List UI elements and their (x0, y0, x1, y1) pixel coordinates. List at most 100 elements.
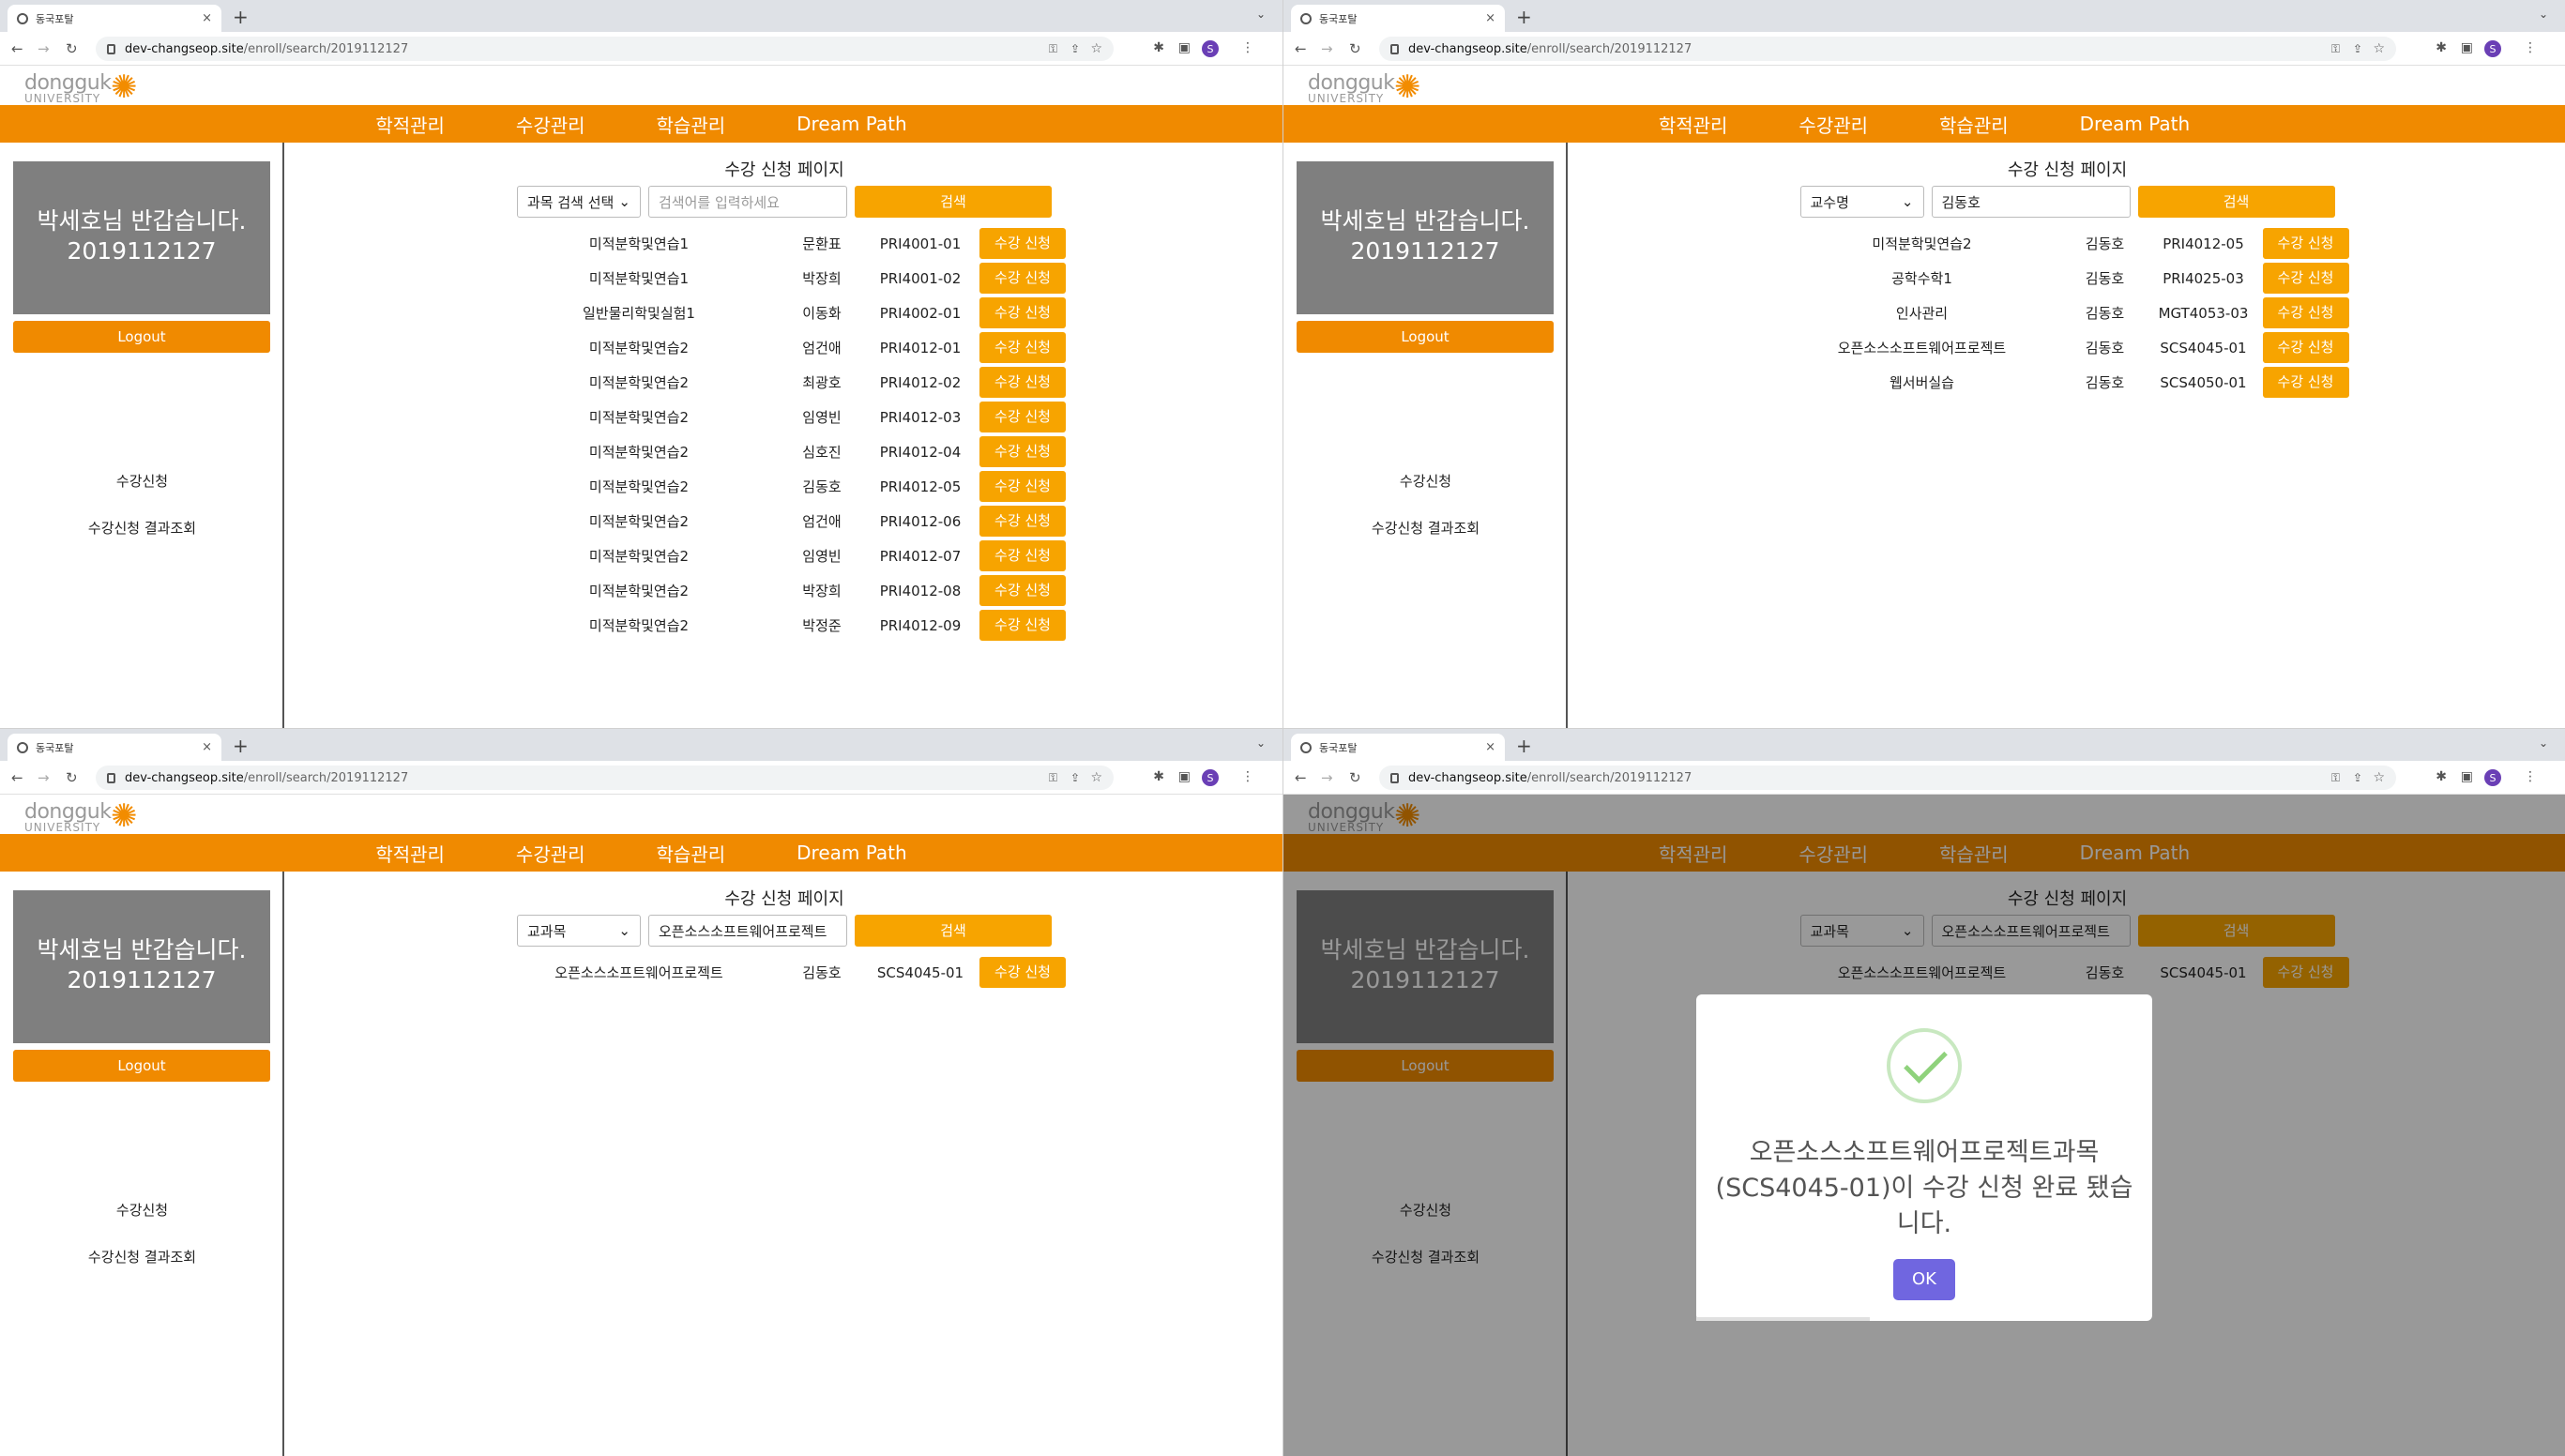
share-icon[interactable]: ⇪ (2353, 42, 2362, 55)
nav-item[interactable]: 학습관리 (1939, 111, 2009, 138)
extensions-icon[interactable]: ✱ (2436, 769, 2447, 784)
forward-icon[interactable]: → (1321, 40, 1333, 57)
nav-item[interactable]: 수강관리 (516, 111, 585, 138)
profile-avatar[interactable]: S (1202, 40, 1219, 57)
share-icon[interactable]: ⇪ (1070, 771, 1080, 784)
new-tab-button[interactable]: + (233, 6, 249, 28)
sidebar-item-enroll-results[interactable]: 수강신청 결과조회 (0, 518, 284, 538)
enroll-button[interactable]: 수강 신청 (2262, 332, 2349, 363)
tab-search-icon[interactable]: ⌄ (1256, 736, 1266, 750)
share-icon[interactable]: ⇪ (2353, 771, 2362, 784)
profile-avatar[interactable]: S (2484, 769, 2501, 786)
search-button[interactable]: 검색 (855, 915, 1052, 947)
enroll-button[interactable]: 수강 신청 (979, 957, 1066, 988)
menu-kebab-icon[interactable]: ⋮ (1241, 40, 1254, 55)
search-input[interactable]: 검색어를 입력하세요 (648, 186, 847, 218)
reload-icon[interactable]: ↻ (1349, 769, 1361, 786)
nav-item[interactable]: Dream Path (2080, 113, 2191, 135)
back-icon[interactable]: ← (11, 40, 23, 57)
enroll-button[interactable]: 수강 신청 (979, 610, 1066, 641)
close-tab-icon[interactable]: × (202, 11, 212, 25)
enroll-button[interactable]: 수강 신청 (979, 471, 1066, 502)
enroll-button[interactable]: 수강 신청 (979, 575, 1066, 606)
sidebar-item-enroll[interactable]: 수강신청 (1283, 471, 1568, 491)
profile-avatar[interactable]: S (1202, 769, 1219, 786)
enroll-button[interactable]: 수강 신청 (979, 506, 1066, 537)
menu-kebab-icon[interactable]: ⋮ (2524, 40, 2537, 55)
enroll-button[interactable]: 수강 신청 (2262, 297, 2349, 328)
back-icon[interactable]: ← (1295, 40, 1307, 57)
dongguk-logo[interactable]: dongguk UNIVERSITY ✺ (24, 798, 175, 836)
extensions-icon[interactable]: ✱ (2436, 40, 2447, 55)
side-panel-icon[interactable]: ▣ (1178, 40, 1191, 55)
sidebar-item-enroll[interactable]: 수강신청 (0, 1200, 284, 1220)
browser-tab[interactable]: 동국포탈 × (1291, 5, 1505, 32)
url-input[interactable]: dev-changseop.site/enroll/search/2019112… (1379, 766, 2396, 790)
forward-icon[interactable]: → (1321, 769, 1333, 786)
search-input[interactable]: 김동호 (1931, 186, 2131, 218)
tab-search-icon[interactable]: ⌄ (1256, 8, 1266, 21)
sidebar-item-enroll[interactable]: 수강신청 (0, 471, 284, 491)
search-type-select[interactable]: 교수명 ⌄ (1799, 186, 1924, 218)
extensions-icon[interactable]: ✱ (1153, 769, 1164, 784)
enroll-button[interactable]: 수강 신청 (979, 540, 1066, 571)
logout-button[interactable]: Logout (13, 321, 270, 353)
enroll-button[interactable]: 수강 신청 (2262, 263, 2349, 294)
forward-icon[interactable]: → (38, 40, 50, 57)
forward-icon[interactable]: → (38, 769, 50, 786)
enroll-button[interactable]: 수강 신청 (979, 402, 1066, 432)
nav-item[interactable]: 수강관리 (516, 840, 585, 867)
tab-search-icon[interactable]: ⌄ (2539, 8, 2548, 21)
browser-tab[interactable]: 동국포탈 × (8, 5, 221, 32)
key-icon[interactable]: ⚿ (2331, 42, 2340, 56)
enroll-button[interactable]: 수강 신청 (979, 367, 1066, 398)
key-icon[interactable]: ⚿ (1049, 771, 1057, 785)
bookmark-star-icon[interactable]: ☆ (1090, 41, 1102, 56)
close-tab-icon[interactable]: × (202, 740, 212, 754)
nav-item[interactable]: 수강관리 (1799, 111, 1868, 138)
back-icon[interactable]: ← (11, 769, 23, 786)
side-panel-icon[interactable]: ▣ (1178, 769, 1191, 784)
new-tab-button[interactable]: + (1516, 6, 1532, 28)
sidebar-item-enroll-results[interactable]: 수강신청 결과조회 (0, 1247, 284, 1266)
nav-item[interactable]: Dream Path (797, 842, 907, 864)
search-type-select[interactable]: 과목 검색 선택 ⌄ (517, 186, 641, 218)
enroll-button[interactable]: 수강 신청 (979, 297, 1066, 328)
reload-icon[interactable]: ↻ (1349, 40, 1361, 57)
menu-kebab-icon[interactable]: ⋮ (1241, 769, 1254, 784)
side-panel-icon[interactable]: ▣ (2461, 40, 2473, 55)
search-type-select[interactable]: 교과목 ⌄ (517, 915, 641, 947)
nav-item[interactable]: Dream Path (797, 113, 907, 135)
key-icon[interactable]: ⚿ (2331, 771, 2340, 785)
browser-tab[interactable]: 동국포탈 × (1291, 734, 1505, 761)
reload-icon[interactable]: ↻ (66, 769, 78, 786)
url-input[interactable]: dev-changseop.site/enroll/search/2019112… (96, 766, 1114, 790)
url-input[interactable]: dev-changseop.site/enroll/search/2019112… (1379, 37, 2396, 61)
back-icon[interactable]: ← (1295, 769, 1307, 786)
bookmark-star-icon[interactable]: ☆ (2373, 41, 2385, 56)
nav-item[interactable]: 학적관리 (375, 840, 445, 867)
reload-icon[interactable]: ↻ (66, 40, 78, 57)
enroll-button[interactable]: 수강 신청 (979, 228, 1066, 259)
nav-item[interactable]: 학습관리 (657, 111, 726, 138)
dongguk-logo[interactable]: dongguk UNIVERSITY ✺ (1308, 69, 1458, 107)
ok-button[interactable]: OK (1893, 1259, 1955, 1300)
new-tab-button[interactable]: + (233, 735, 249, 757)
search-input[interactable]: 오픈소스소프트웨어프로젝트 (648, 915, 847, 947)
bookmark-star-icon[interactable]: ☆ (1090, 770, 1102, 785)
bookmark-star-icon[interactable]: ☆ (2373, 770, 2385, 785)
close-tab-icon[interactable]: × (1485, 740, 1495, 754)
modal-backdrop[interactable]: 오픈소스소프트웨어프로젝트과목 (SCS4045-01)이 수강 신청 완료 됐… (1283, 795, 2565, 1456)
profile-avatar[interactable]: S (2484, 40, 2501, 57)
search-button[interactable]: 검색 (855, 186, 1052, 218)
menu-kebab-icon[interactable]: ⋮ (2524, 769, 2537, 784)
sidebar-item-enroll-results[interactable]: 수강신청 결과조회 (1283, 518, 1568, 538)
nav-item[interactable]: 학습관리 (657, 840, 726, 867)
side-panel-icon[interactable]: ▣ (2461, 769, 2473, 784)
logout-button[interactable]: Logout (13, 1050, 270, 1082)
tab-search-icon[interactable]: ⌄ (2539, 736, 2548, 750)
dongguk-logo[interactable]: dongguk UNIVERSITY ✺ (24, 69, 175, 107)
close-tab-icon[interactable]: × (1485, 11, 1495, 25)
nav-item[interactable]: 학적관리 (1659, 111, 1728, 138)
enroll-button[interactable]: 수강 신청 (979, 263, 1066, 294)
